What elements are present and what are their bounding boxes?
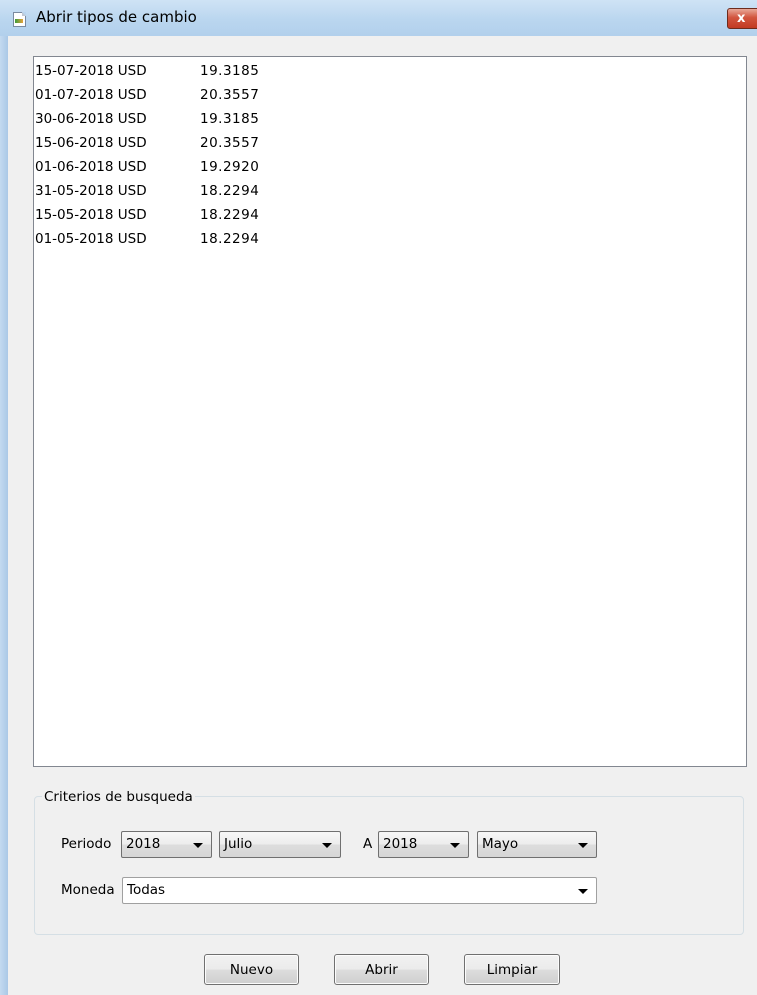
- title-bar[interactable]: Abrir tipos de cambio x: [0, 0, 757, 36]
- periodo-month-select[interactable]: Julio: [219, 831, 341, 858]
- abrir-button[interactable]: Abrir: [334, 954, 429, 985]
- rate-value: 20.3557: [200, 87, 260, 103]
- rate-date: 01-07-2018 USD: [35, 87, 147, 103]
- moneda-label: Moneda: [61, 882, 115, 898]
- rate-value: 19.3185: [200, 63, 260, 79]
- list-item[interactable]: 15-07-2018 USD 19.3185: [35, 59, 735, 83]
- rate-date: 01-06-2018 USD: [35, 159, 147, 175]
- list-item[interactable]: 15-06-2018 USD 20.3557: [35, 131, 735, 155]
- list-item[interactable]: 31-05-2018 USD 18.2294: [35, 179, 735, 203]
- chevron-down-icon: [322, 843, 332, 848]
- moneda-select[interactable]: Todas: [122, 877, 597, 904]
- periodo-label: Periodo: [61, 836, 112, 852]
- close-button[interactable]: x: [727, 8, 757, 29]
- a-year-value: 2018: [383, 836, 418, 852]
- rate-date: 01-05-2018 USD: [35, 231, 147, 247]
- list-item[interactable]: 01-06-2018 USD 19.2920: [35, 155, 735, 179]
- rate-value: 20.3557: [200, 135, 260, 151]
- a-year-select[interactable]: 2018: [378, 831, 469, 858]
- exchange-rate-list[interactable]: 15-07-2018 USD 19.3185 01-07-2018 USD 20…: [33, 56, 747, 767]
- list-item[interactable]: 15-05-2018 USD 18.2294: [35, 203, 735, 227]
- search-criteria-group: [34, 796, 744, 935]
- a-month-value: Mayo: [482, 836, 519, 852]
- window-title: Abrir tipos de cambio: [36, 8, 197, 26]
- a-label: A: [363, 836, 373, 852]
- rate-date: 30-06-2018 USD: [35, 111, 147, 127]
- search-criteria-legend: Criterios de busqueda: [42, 789, 195, 805]
- list-item[interactable]: 01-05-2018 USD 18.2294: [35, 227, 735, 251]
- nuevo-button[interactable]: Nuevo: [204, 954, 299, 985]
- rate-value: 19.3185: [200, 111, 260, 127]
- rate-date: 15-06-2018 USD: [35, 135, 147, 151]
- rate-value: 19.2920: [200, 159, 260, 175]
- limpiar-button[interactable]: Limpiar: [464, 954, 560, 985]
- chevron-down-icon: [450, 843, 460, 848]
- rate-value: 18.2294: [200, 183, 260, 199]
- chevron-down-icon: [578, 889, 588, 894]
- window-frame-left: [0, 36, 8, 995]
- chevron-down-icon: [193, 843, 203, 848]
- periodo-year-value: 2018: [126, 836, 161, 852]
- list-item[interactable]: 01-07-2018 USD 20.3557: [35, 83, 735, 107]
- list-item[interactable]: 30-06-2018 USD 19.3185: [35, 107, 735, 131]
- rate-date: 31-05-2018 USD: [35, 183, 147, 199]
- dialog-window: Abrir tipos de cambio x 15-07-2018 USD 1…: [0, 0, 757, 995]
- rate-date: 15-05-2018 USD: [35, 207, 147, 223]
- close-icon: x: [737, 11, 746, 26]
- rate-value: 18.2294: [200, 207, 260, 223]
- app-document-icon: [13, 12, 26, 27]
- rate-value: 18.2294: [200, 231, 260, 247]
- periodo-year-select[interactable]: 2018: [121, 831, 212, 858]
- periodo-month-value: Julio: [224, 836, 253, 852]
- rate-date: 15-07-2018 USD: [35, 63, 147, 79]
- chevron-down-icon: [578, 843, 588, 848]
- moneda-value: Todas: [127, 882, 166, 898]
- a-month-select[interactable]: Mayo: [477, 831, 597, 858]
